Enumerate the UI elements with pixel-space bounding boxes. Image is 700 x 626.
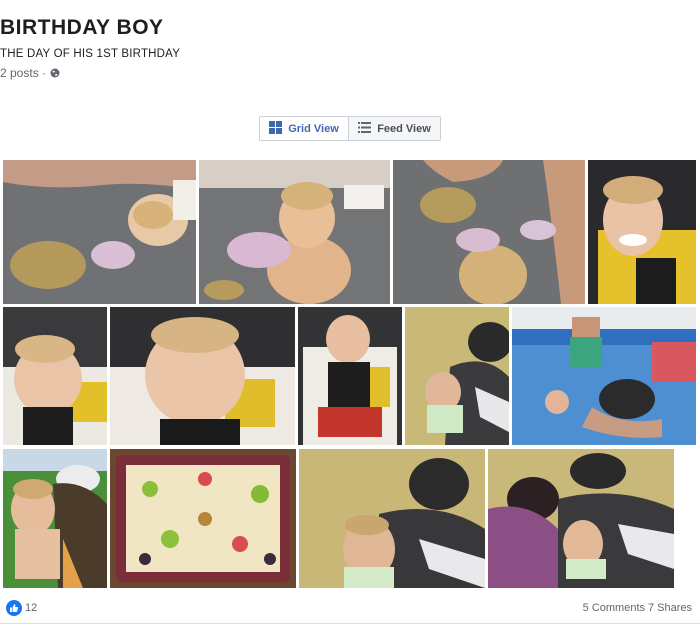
view-toggle: Grid View Feed View (259, 116, 441, 141)
photo-baby-seat-1[interactable] (3, 307, 107, 445)
thumbs-up-icon[interactable] (6, 600, 22, 616)
list-icon (358, 121, 377, 136)
divider (0, 623, 700, 624)
grid-view-button[interactable]: Grid View (260, 117, 349, 140)
photo-man-holding-baby[interactable] (405, 307, 509, 445)
album-subtitle: THE DAY OF HIS 1ST BIRTHDAY (0, 48, 181, 60)
grid-view-label: Grid View (288, 122, 339, 135)
photo-money-floor-2[interactable] (199, 160, 390, 304)
photo-baby-highchair-red[interactable] (298, 307, 402, 445)
photo-fruit-cake[interactable] (110, 449, 296, 588)
like-count[interactable]: 12 (25, 602, 37, 614)
photo-pool[interactable] (512, 307, 696, 445)
photo-child-holding-baby[interactable] (3, 449, 107, 588)
reactions-bar: 12 5 Comments 7 Shares (0, 596, 700, 620)
photo-money-floor-1[interactable] (3, 160, 196, 304)
photo-money-floor-3[interactable] (393, 160, 585, 304)
comments-link[interactable]: 5 Comments (583, 602, 645, 614)
posts-count[interactable]: 2 posts · (0, 66, 46, 80)
photo-highchair-smile-1[interactable] (588, 160, 696, 304)
photo-baby-seat-2[interactable] (110, 307, 295, 445)
shares-link[interactable]: 7 Shares (648, 602, 692, 614)
globe-icon (50, 67, 60, 78)
grid-icon (269, 120, 288, 137)
photo-woman-man-baby[interactable] (488, 449, 674, 588)
photo-man-baby-2[interactable] (299, 449, 485, 588)
album-meta: 2 posts · (0, 66, 700, 80)
album-title: BIRTHDAY BOY (0, 16, 164, 39)
feed-view-label: Feed View (377, 122, 431, 135)
feed-view-button[interactable]: Feed View (349, 117, 440, 140)
